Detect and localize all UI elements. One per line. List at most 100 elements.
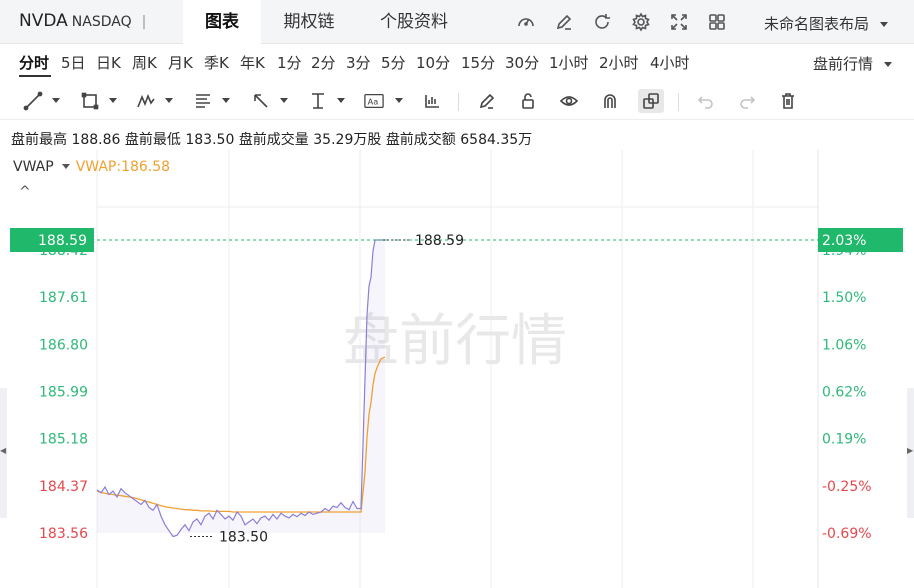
indicator-name: VWAP <box>13 159 54 175</box>
period-bar: 分时 5日 日K 周K 月K 季K 年K 1分 2分 3分 5分 10分 15分 30分 1小时 2小时 4小时 <box>0 44 914 80</box>
toolbar-divider <box>458 93 459 111</box>
y-left-tick-3: 185.99 <box>39 384 88 400</box>
gauge-icon[interactable] <box>516 12 536 32</box>
y-right-tick-3: 0.62% <box>822 384 866 400</box>
gear-icon[interactable] <box>631 12 651 32</box>
measure-tool-icon[interactable] <box>308 91 330 111</box>
grid-icon[interactable] <box>707 12 727 32</box>
fullscreen-icon[interactable] <box>669 12 689 32</box>
measure-tool-caret-icon[interactable] <box>337 98 345 103</box>
period-12[interactable]: 15分 <box>461 52 495 73</box>
chevron-down-icon <box>883 62 892 67</box>
wave-tool-caret-icon[interactable] <box>165 98 173 103</box>
period-8[interactable]: 2分 <box>311 52 336 73</box>
y-left-tick-1: 187.61 <box>39 290 88 306</box>
toolbar-divider <box>678 93 679 111</box>
period-1[interactable]: 5日 <box>61 52 86 73</box>
high-label: 盘前最高 <box>11 132 67 148</box>
vwap-indicator[interactable]: VWAP VWAP:186.58 <box>13 159 170 175</box>
vwap-line[interactable] <box>96 356 386 513</box>
amount-label: 盘前成交额 <box>385 132 456 148</box>
period-9[interactable]: 3分 <box>346 52 371 73</box>
y-left-tick-4: 185.18 <box>39 432 88 448</box>
period-14[interactable]: 1小时 <box>549 52 589 73</box>
current-change-value: 2.03% <box>822 233 866 249</box>
period-6[interactable]: 年K <box>240 52 265 73</box>
active-period-underline <box>19 75 51 77</box>
y-right-tick-6: -0.69% <box>822 526 872 542</box>
y-right-tick-4: 0.19% <box>822 432 866 448</box>
undo-icon[interactable] <box>696 91 718 111</box>
lock-icon[interactable] <box>518 91 540 111</box>
tab-stock-profile[interactable]: 个股资料 <box>362 0 466 44</box>
y-left-tick-6: 183.56 <box>39 526 88 542</box>
high-marker-label: 188.59 <box>415 233 464 249</box>
period-13[interactable]: 30分 <box>505 52 539 73</box>
rect-tool-icon[interactable] <box>80 91 102 111</box>
price-line[interactable] <box>96 239 385 538</box>
arrow-tool-icon[interactable] <box>251 91 273 111</box>
top-header: NVDA NASDAQ | 图表 期权链 个股资料 未命名图表布局 <box>0 0 914 44</box>
period-2[interactable]: 日K <box>96 52 121 73</box>
tab-chart[interactable]: 图表 <box>183 0 261 44</box>
rect-tool-caret-icon[interactable] <box>109 98 117 103</box>
y-right-tick-5: -0.25% <box>822 479 872 495</box>
redo-icon[interactable] <box>737 91 759 111</box>
tab-options-chain[interactable]: 期权链 <box>268 0 350 44</box>
header-separator: | <box>141 14 147 30</box>
chevron-down-icon[interactable] <box>61 163 70 169</box>
wave-tool-icon[interactable] <box>136 91 158 111</box>
vwap-value: VWAP:186.58 <box>75 159 171 175</box>
collapse-icon[interactable]: ^ <box>19 184 31 200</box>
text-tool-icon[interactable]: Aa <box>364 91 388 111</box>
svg-text:Aa: Aa <box>368 97 379 107</box>
current-price-value: 188.59 <box>38 233 87 249</box>
period-10[interactable]: 5分 <box>381 52 406 73</box>
session-selector[interactable]: 盘前行情 <box>813 53 892 74</box>
low-marker-label: 183.50 <box>219 529 268 545</box>
ticker-symbol: NVDA <box>19 11 68 31</box>
fib-tool-caret-icon[interactable] <box>222 98 230 103</box>
fib-tool-icon[interactable] <box>193 91 215 111</box>
chevron-down-icon <box>879 22 888 27</box>
volume-value: 35.29万股 <box>313 132 382 148</box>
amount-value: 6584.35万 <box>460 132 533 148</box>
exchange-label: NASDAQ <box>71 14 132 30</box>
arrow-tool-caret-icon[interactable] <box>280 98 288 103</box>
y-left-tick-5: 184.37 <box>39 479 88 495</box>
edit-icon[interactable] <box>554 12 574 32</box>
ticker-title[interactable]: NVDA NASDAQ | <box>19 11 146 31</box>
eye-icon[interactable] <box>559 91 581 111</box>
y-left-tick-2: 186.80 <box>39 337 88 353</box>
link-icon[interactable] <box>638 89 664 113</box>
bar-indicator-icon[interactable] <box>422 91 444 111</box>
y-right-tick-2: 1.06% <box>822 337 866 353</box>
y-right-tick-1: 1.50% <box>822 290 866 306</box>
line-tool-caret-icon[interactable] <box>52 98 60 103</box>
period-11[interactable]: 10分 <box>416 52 450 73</box>
line-tool-icon[interactable] <box>23 91 45 111</box>
pen-icon[interactable] <box>477 91 499 111</box>
refresh-icon[interactable] <box>592 12 612 32</box>
period-4[interactable]: 月K <box>168 52 193 73</box>
low-label: 盘前最低 <box>124 132 181 148</box>
low-value: 183.50 <box>185 132 235 148</box>
magnet-icon[interactable] <box>600 91 622 111</box>
trash-icon[interactable] <box>778 91 800 111</box>
period-5[interactable]: 季K <box>204 52 229 73</box>
volume-label: 盘前成交量 <box>238 132 309 148</box>
period-16[interactable]: 4小时 <box>650 52 690 73</box>
period-0[interactable]: 分时 <box>19 52 49 73</box>
chevron-left-icon: ◀ <box>0 446 7 455</box>
drawing-toolbar: Aa <box>0 82 914 120</box>
period-7[interactable]: 1分 <box>277 52 302 73</box>
chevron-right-icon: ▶ <box>907 446 914 455</box>
text-tool-caret-icon[interactable] <box>395 98 403 103</box>
layout-selector[interactable]: 未命名图表布局 <box>764 13 888 34</box>
period-3[interactable]: 周K <box>132 52 157 73</box>
session-label: 盘前行情 <box>813 55 874 73</box>
scroll-right-handle[interactable]: ▶ <box>907 388 914 518</box>
scroll-left-handle[interactable]: ◀ <box>0 388 7 518</box>
period-15[interactable]: 2小时 <box>599 52 639 73</box>
intraday-chart[interactable]: 盘前行情188.421.94%187.611.50%186.801.06%185… <box>0 150 914 588</box>
